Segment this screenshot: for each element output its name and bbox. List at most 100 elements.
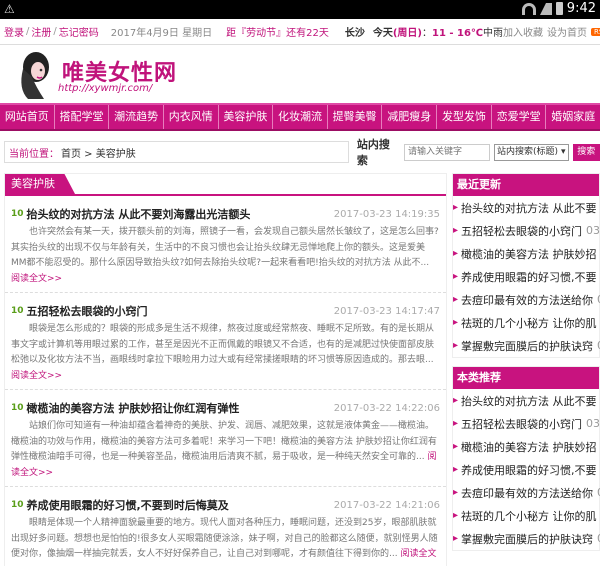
list-item-date: 03-23 — [586, 224, 600, 237]
list-item-title[interactable]: 掌握敷完面膜后的护肤诀窍 — [461, 338, 593, 354]
nav-item-makeup[interactable]: 化妆潮流 — [273, 105, 328, 129]
list-item-title[interactable]: 去痘印最有效的方法送给你 — [461, 292, 593, 308]
list-item-title[interactable]: 五招轻松去眼袋的小窍门 — [461, 223, 582, 239]
list-item-title[interactable]: 祛斑的几个小秘方 让你的肌 — [461, 508, 597, 524]
battery-icon — [555, 2, 563, 15]
article-title[interactable]: 抬头纹的对抗方法 从此不要刘海露出光洁额头 — [27, 206, 251, 222]
register-link[interactable]: 注册 — [31, 24, 51, 39]
weather-temp: 11 - 16℃ — [431, 28, 484, 39]
nav-item-matching[interactable]: 搭配学堂 — [55, 105, 110, 129]
article-item: 10 五招轻松去眼袋的小窍门 2017-03-23 14:17:47 眼袋是怎么… — [5, 293, 446, 390]
separator: / — [53, 26, 57, 37]
weather-condition: 中雨 — [483, 28, 504, 39]
current-date: 2017年4月9日 星期日 — [110, 28, 213, 39]
section-header: 美容护肤 — [5, 174, 446, 196]
arrow-icon: ▸ — [453, 340, 459, 351]
list-item[interactable]: ▸掌握敷完面膜后的护肤诀窍03-20 — [453, 334, 600, 357]
read-more-link[interactable]: 阅读全文>> — [11, 274, 62, 284]
article-time: 2017-03-22 14:21:06 — [333, 499, 440, 511]
breadcrumb-path[interactable]: 首页 > 美容护肤 — [61, 145, 136, 160]
nav-item-lingerie[interactable]: 内衣风情 — [164, 105, 219, 129]
weather-label: 今天 — [372, 28, 393, 39]
list-item[interactable]: ▸养成使用眼霜的好习惯,不要03-22 — [453, 458, 599, 481]
location-search-bar: 当前位置： 首页 > 美容护肤 站内搜索 站内搜索(标题) ▾ 搜索 — [0, 138, 600, 167]
add-favorite-link[interactable]: 加入收藏 — [503, 24, 543, 39]
search-label: 站内搜索 — [356, 138, 390, 167]
recommended-title: 本类推荐 — [453, 367, 599, 389]
nav-item-love[interactable]: 恋爱学堂 — [492, 105, 547, 129]
list-item[interactable]: ▸养成使用眼霜的好习惯,不要03-22 — [453, 265, 599, 288]
recommended-box: 本类推荐 ▸抬头纹的对抗方法 从此不要03-23 ▸ 五招轻松去眼袋的小窍门 03-… — [452, 366, 600, 551]
article-summary-text: 也许突然会有某一天，拨开额头前的刘海，照镜子一看，会发现自己额头居然长皱纹了，这… — [11, 227, 439, 268]
bullet-icon: 10 — [11, 209, 24, 219]
nav-item-skincare[interactable]: 美容护肤 — [219, 105, 274, 129]
search-input[interactable] — [404, 143, 490, 161]
article-time: 2017-03-22 14:22:06 — [333, 402, 440, 414]
list-item-title[interactable]: 抬头纹的对抗方法 从此不要 — [461, 393, 597, 409]
list-item-date: 03-23 — [586, 417, 600, 430]
list-item-title[interactable]: 橄榄油的美容方法 护肤妙招 — [461, 246, 597, 262]
list-item-title[interactable]: 养成使用眼霜的好习惯,不要 — [461, 462, 597, 478]
search-scope-select[interactable]: 站内搜索(标题) ▾ — [494, 143, 569, 161]
nav-item-slimming[interactable]: 减肥瘦身 — [382, 105, 438, 129]
list-item-title[interactable]: 五招轻松去眼袋的小窍门 — [461, 416, 582, 432]
logo-figure-icon[interactable] — [14, 49, 56, 101]
list-item-title[interactable]: 掌握敷完面膜后的护肤诀窍 — [461, 531, 593, 547]
breadcrumb-label: 当前位置： — [9, 148, 59, 160]
list-item[interactable]: ▸五招轻松去眼袋的小窍门 03-23 — [453, 412, 600, 435]
article-summary-text: 眼袋是怎么形成的？眼袋的形成多是生活不规律，熬夜过度或经常熬夜、睡眠不足所致。有… — [11, 324, 435, 365]
article-time: 2017-03-23 14:17:47 — [333, 305, 440, 317]
login-link[interactable]: 登录 — [4, 24, 24, 39]
list-item[interactable]: ▸橄榄油的美容方法 护肤妙招03-22 — [453, 435, 599, 458]
separator: / — [26, 26, 30, 37]
arrow-icon: ▸ — [453, 248, 459, 259]
status-bar: ⚠ 9:42 — [0, 0, 600, 19]
article-item: 10 橄榄油的美容方法 护肤妙招让你红润有弹性 2017-03-22 14:22… — [5, 390, 446, 487]
status-icons: 9:42 — [521, 1, 596, 16]
nav-item-trends[interactable]: 潮流趋势 — [109, 105, 164, 129]
arrow-icon: ▸ — [453, 533, 459, 544]
list-item[interactable]: ▸抬头纹的对抗方法 从此不要03-23 — [453, 196, 599, 219]
bullet-icon: 10 — [11, 500, 24, 510]
article-summary: 站娘们你可知道有一种油却蕴含着神奇的美肤、护发、润唇、减肥效果，这就是液体黄金—… — [11, 419, 440, 481]
list-item-title[interactable]: 去痘印最有效的方法送给你 — [461, 485, 593, 501]
bullet-icon: 10 — [11, 403, 24, 413]
list-item-title[interactable]: 橄榄油的美容方法 护肤妙招 — [461, 439, 597, 455]
arrow-icon: ▸ — [453, 510, 459, 521]
forgot-password-link[interactable]: 忘记密码 — [59, 24, 99, 39]
search-button[interactable]: 搜索 — [572, 143, 600, 161]
list-item[interactable]: ▸掌握敷完面膜后的护肤诀窍03-20 — [453, 527, 600, 550]
nav-item-family[interactable]: 婚姻家庭 — [546, 105, 600, 129]
arrow-icon: ▸ — [453, 464, 459, 475]
list-item[interactable]: ▸去痘印最有效的方法送给你03-21 — [453, 288, 600, 311]
nav-item-hairstyle[interactable]: 发型发饰 — [437, 105, 492, 129]
list-item-title[interactable]: 祛斑的几个小秘方 让你的肌 — [461, 315, 597, 331]
list-item-title[interactable]: 抬头纹的对抗方法 从此不要 — [461, 200, 597, 216]
arrow-icon: ▸ — [453, 225, 459, 236]
set-homepage-link[interactable]: 设为首页 — [547, 24, 587, 39]
article-time: 2017-03-23 14:19:35 — [333, 208, 440, 220]
weather-info: 今天(周日)：11 - 16℃中雨 — [372, 28, 504, 39]
weather-day: (周日) — [392, 28, 422, 39]
list-item[interactable]: ▸祛斑的几个小秘方 让你的肌03-21 — [453, 504, 599, 527]
read-more-link[interactable]: 阅读全文>> — [11, 371, 62, 381]
arrow-icon: ▸ — [453, 294, 459, 305]
latest-updates-box: 最近更新 ▸抬头纹的对抗方法 从此不要03-23 ▸五招轻松去眼袋的小窍门03-… — [452, 173, 600, 358]
article-title[interactable]: 五招轻松去眼袋的小窍门 — [27, 303, 148, 319]
list-item[interactable]: ▸抬头纹的对抗方法 从此不要03-23 — [453, 389, 599, 412]
site-header: 唯美女性网 http://xywmjr.com/ — [0, 45, 600, 103]
wifi-icon — [521, 2, 536, 15]
main-nav: 网站首页 搭配学堂 潮流趋势 内衣风情 美容护肤 化妆潮流 提臀美臀 减肥瘦身 … — [0, 103, 600, 131]
list-item[interactable]: ▸去痘印最有效的方法送给你03-21 — [453, 481, 600, 504]
rss-icon[interactable]: RSS — [591, 27, 600, 36]
list-item-title[interactable]: 养成使用眼霜的好习惯,不要 — [461, 269, 597, 285]
nav-item-home[interactable]: 网站首页 — [0, 105, 55, 129]
article-title[interactable]: 橄榄油的美容方法 护肤妙招让你红润有弹性 — [27, 400, 240, 416]
article-title[interactable]: 养成使用眼霜的好习惯,不要到时后悔莫及 — [27, 497, 229, 513]
list-item[interactable]: ▸五招轻松去眼袋的小窍门 03-23 — [453, 219, 600, 242]
nav-item-hips[interactable]: 提臀美臀 — [328, 105, 383, 129]
list-item[interactable]: ▸祛斑的几个小秘方 让你的肌03-21 — [453, 311, 599, 334]
list-item[interactable]: ▸橄榄油的美容方法 护肤妙招03-22 — [453, 242, 599, 265]
article-summary: 也许突然会有某一天，拨开额头前的刘海，照镜子一看，会发现自己额头居然长皱纹了，这… — [11, 225, 440, 287]
weather-city: 长沙 — [344, 28, 365, 39]
